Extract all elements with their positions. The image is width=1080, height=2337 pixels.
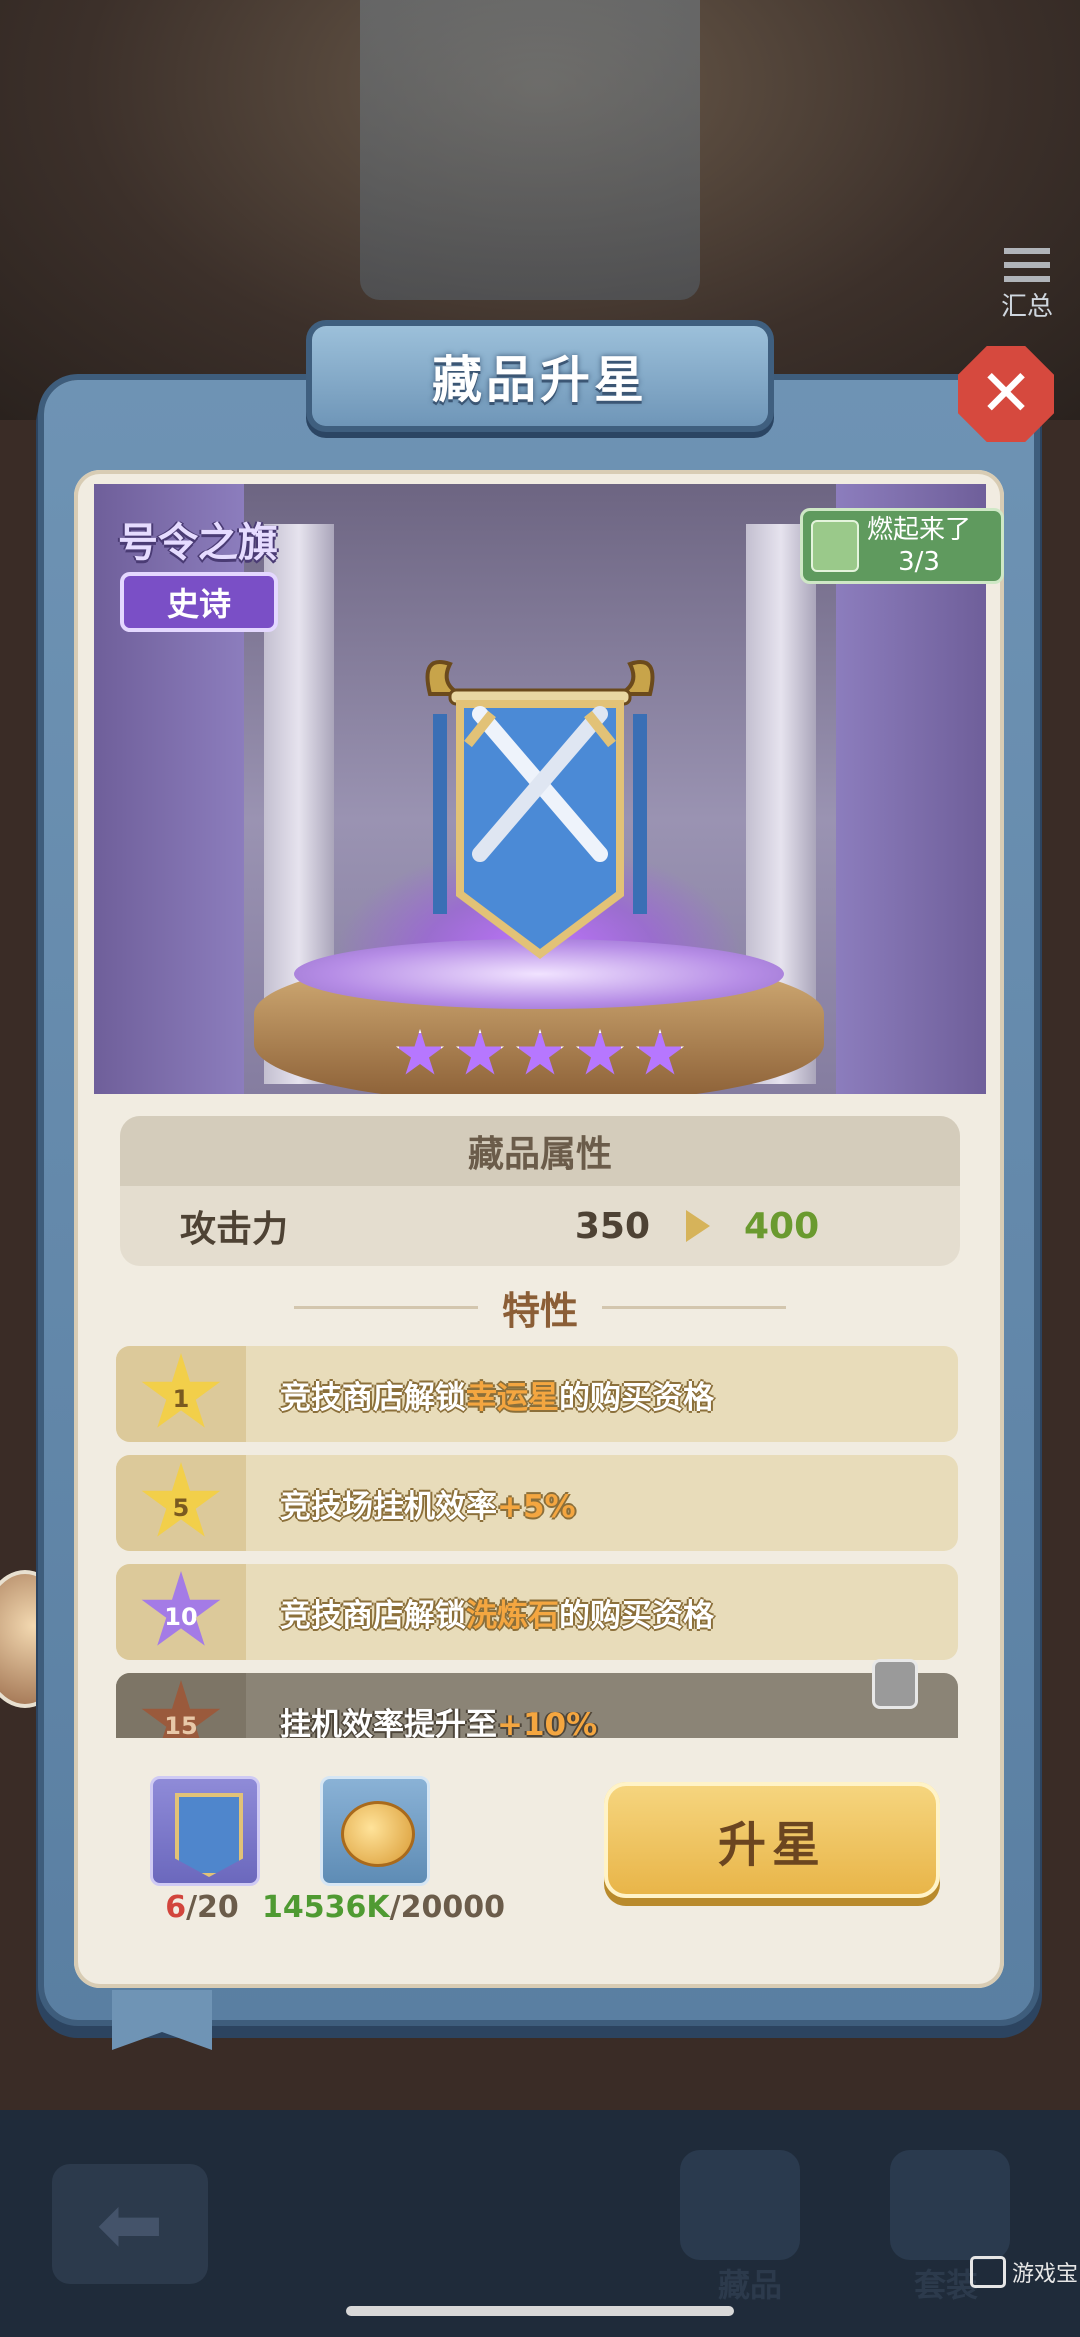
set-bonus-badge[interactable]: 燃起来了 3/3 bbox=[800, 508, 1004, 584]
upgrade-star-button[interactable]: 升星 bbox=[604, 1782, 940, 1898]
set-label: 燃起来了 bbox=[867, 515, 972, 545]
star-level-icon: 10 bbox=[141, 1571, 221, 1646]
back-button[interactable]: ⬅ bbox=[52, 2164, 208, 2284]
arrow-right-icon bbox=[686, 1210, 710, 1242]
trait-description: 挂机效率提升至+10% bbox=[280, 1706, 598, 1739]
set-nav-icon bbox=[890, 2150, 1010, 2260]
book-icon bbox=[811, 520, 859, 572]
trait-row: 5 竞技场挂机效率+5% bbox=[116, 1455, 958, 1551]
panel-title-banner: 藏品升星 bbox=[312, 326, 768, 426]
trait-description: 竞技商店解锁幸运星的购买资格 bbox=[280, 1379, 714, 1416]
trait-description: 竞技场挂机效率+5% bbox=[280, 1488, 576, 1525]
command-banner-icon bbox=[425, 660, 655, 959]
attribute-name: 攻击力 bbox=[180, 1209, 289, 1250]
trait-row: 10 竞技商店解锁洗炼石的购买资格 bbox=[116, 1564, 958, 1660]
star-icon bbox=[396, 1029, 444, 1075]
watermark: 游戏宝 bbox=[970, 2256, 1078, 2288]
list-icon bbox=[1004, 248, 1050, 282]
attribute-current: 350 bbox=[574, 1205, 650, 1247]
attribute-header: 藏品属性 bbox=[120, 1116, 960, 1186]
attribute-row: 攻击力 350 400 bbox=[120, 1186, 960, 1266]
item-name: 号令之旗 bbox=[118, 520, 278, 566]
attribute-table: 藏品属性 攻击力 350 400 bbox=[120, 1116, 960, 1266]
nav-collection[interactable]: 藏品 bbox=[718, 2260, 782, 2306]
background-window bbox=[360, 0, 700, 300]
star-icon bbox=[516, 1029, 564, 1075]
close-icon: ✕ bbox=[979, 357, 1033, 431]
lock-icon bbox=[872, 1659, 918, 1709]
trait-row: 1 竞技商店解锁幸运星的购买资格 bbox=[116, 1346, 958, 1442]
star-level-icon: 15 bbox=[141, 1680, 221, 1738]
star-icon bbox=[456, 1029, 504, 1075]
coin-slot[interactable] bbox=[320, 1776, 430, 1886]
star-rating bbox=[94, 1029, 986, 1079]
rarity-badge: 史诗 bbox=[120, 572, 278, 632]
summary-label: 汇总 bbox=[1000, 292, 1053, 322]
star-icon bbox=[636, 1029, 684, 1075]
traits-title-label: 特性 bbox=[502, 1288, 579, 1333]
banner-fragment-slot[interactable] bbox=[150, 1776, 260, 1886]
traits-list[interactable]: 1 竞技商店解锁幸运星的购买资格 5 竞技场挂机效率+5% 10 竞技商店解锁洗… bbox=[116, 1346, 958, 1738]
back-arrow-icon: ⬅ bbox=[96, 2177, 164, 2271]
fragment-count: 6/20 bbox=[165, 1890, 239, 1925]
watermark-logo-icon bbox=[970, 2256, 1006, 2288]
set-progress: 3/3 bbox=[898, 547, 940, 577]
trait-description: 竞技商店解锁洗炼石的购买资格 bbox=[280, 1597, 714, 1634]
attribute-next: 400 bbox=[744, 1205, 820, 1247]
star-level-icon: 5 bbox=[141, 1462, 221, 1537]
divider bbox=[294, 1305, 478, 1309]
coin-count: 14536K/20000 bbox=[262, 1890, 505, 1925]
watermark-text: 游戏宝 bbox=[1012, 2262, 1079, 2287]
collection-nav-icon bbox=[680, 2150, 800, 2260]
trait-row-locked: 15 挂机效率提升至+10% bbox=[116, 1659, 958, 1739]
traits-title: 特性 bbox=[270, 1280, 810, 1334]
banner-fragment-icon bbox=[175, 1793, 243, 1877]
star-level-icon: 1 bbox=[141, 1353, 221, 1428]
star-icon bbox=[576, 1029, 624, 1075]
home-indicator[interactable] bbox=[346, 2306, 734, 2316]
close-button[interactable]: ✕ bbox=[958, 346, 1054, 442]
nav-set[interactable]: 套装 bbox=[914, 2260, 978, 2306]
divider bbox=[602, 1305, 787, 1309]
panel-title: 藏品升星 bbox=[432, 351, 648, 409]
summary-button[interactable]: 汇总 bbox=[992, 248, 1062, 323]
coin-icon bbox=[341, 1801, 415, 1867]
